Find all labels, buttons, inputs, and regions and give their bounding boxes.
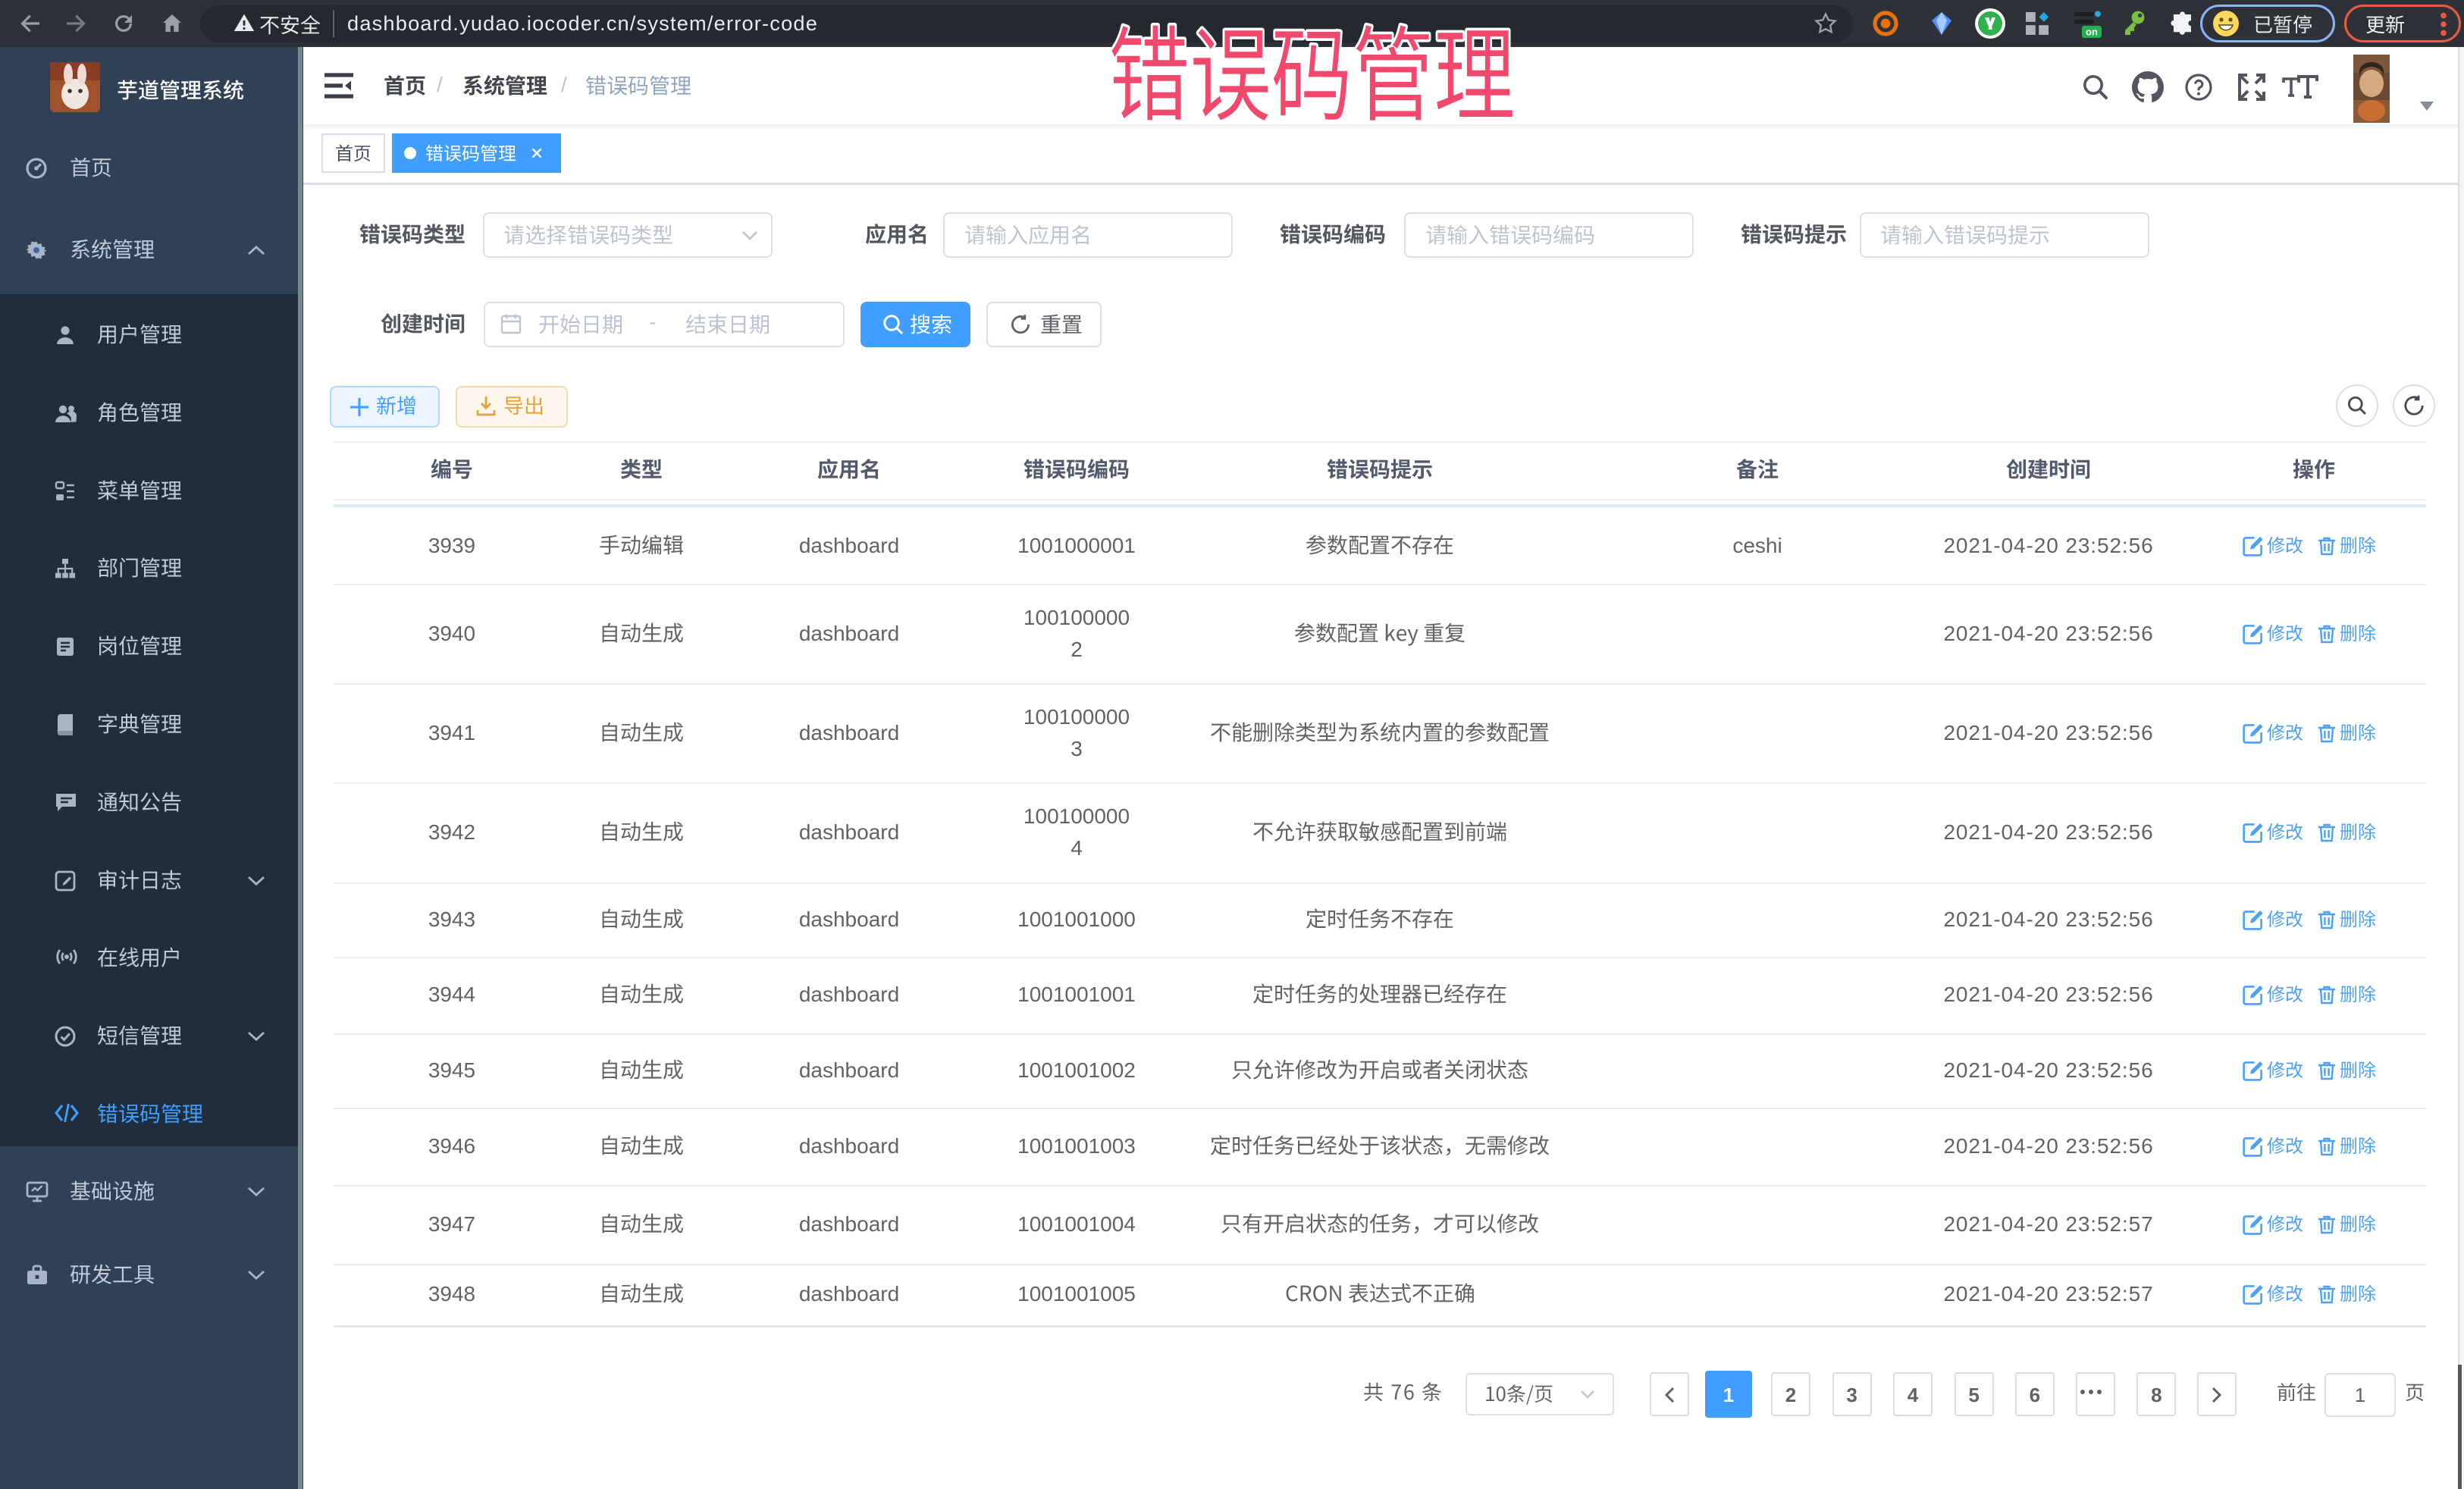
svg-text:on: on xyxy=(2086,27,2098,38)
